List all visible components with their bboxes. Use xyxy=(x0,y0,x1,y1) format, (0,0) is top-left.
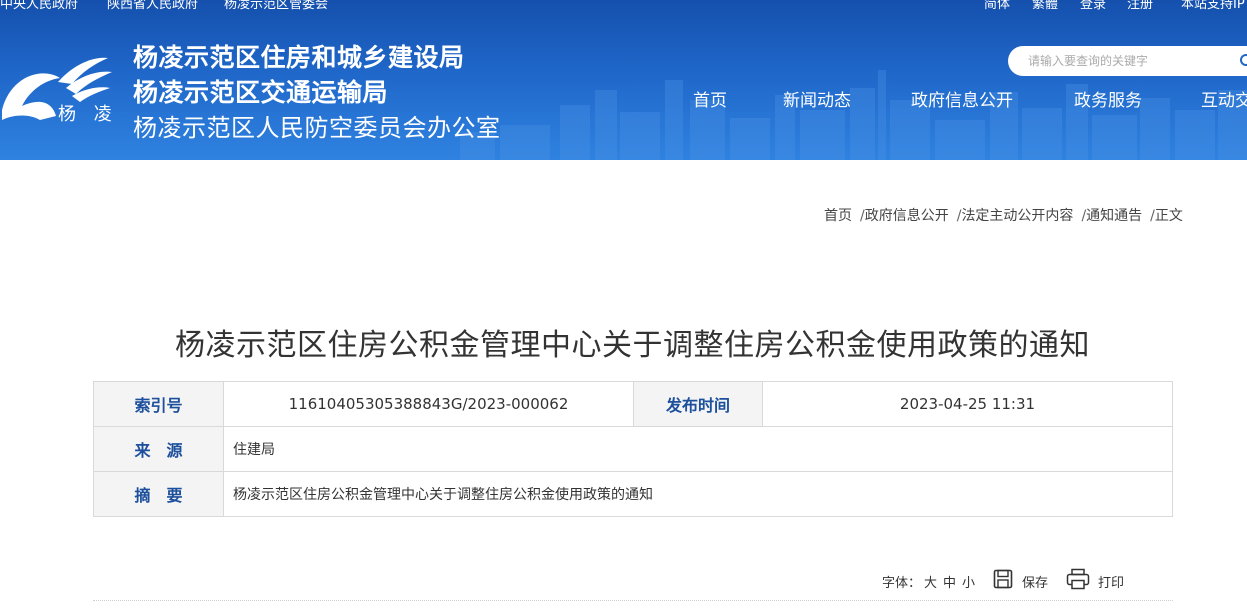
font-size-label: 字体： xyxy=(882,576,922,591)
search-box xyxy=(1008,46,1247,76)
index-value: 11610405305388843G/2023-000062 xyxy=(223,381,634,427)
top-link-login[interactable]: 登录 xyxy=(1080,0,1106,12)
summary-value: 杨凌示范区住房公积金管理中心关于调整住房公积金使用政策的通知 xyxy=(223,471,1173,517)
nav-gov-info-disclosure[interactable]: 政府信息公开 xyxy=(911,86,1013,112)
font-size-large[interactable]: 大 xyxy=(924,572,937,596)
breadcrumb-home[interactable]: 首页 xyxy=(824,208,852,224)
search-icon[interactable] xyxy=(1240,54,1247,66)
breadcrumb-current: 正文 xyxy=(1154,208,1183,224)
index-label: 索引号 xyxy=(93,381,224,427)
save-button[interactable]: 保存 xyxy=(1022,572,1048,596)
source-label: 来 源 xyxy=(93,426,224,472)
org-name-housing-bureau: 杨凌示范区住房和城乡建设局 xyxy=(133,43,465,72)
print-icon[interactable] xyxy=(1066,568,1090,590)
nav-news[interactable]: 新闻动态 xyxy=(783,86,851,112)
table-row: 索引号 11610405305388843G/2023-000062 发布时间 … xyxy=(93,381,1173,427)
publish-value: 2023-04-25 11:31 xyxy=(762,381,1173,427)
divider xyxy=(93,600,1173,601)
breadcrumb-gov-info[interactable]: 政府信息公开 xyxy=(865,208,949,224)
top-link-shaanxi-gov[interactable]: 陕西省人民政府 xyxy=(107,0,198,12)
search-input[interactable] xyxy=(1028,52,1228,70)
top-links-right: 简体 繁體 登录 注册 本站支持IP xyxy=(977,0,1247,12)
logo-text: 杨 凌 xyxy=(58,104,118,125)
top-link-ip-support: 本站支持IP xyxy=(1181,0,1245,12)
article-info-table: 索引号 11610405305388843G/2023-000062 发布时间 … xyxy=(93,381,1173,517)
breadcrumb-statutory-content[interactable]: 法定主动公开内容 xyxy=(961,208,1073,224)
top-link-simplified[interactable]: 简体 xyxy=(984,0,1010,12)
site-header: 中央人民政府 陕西省人民政府 杨凌示范区管委会 简体 繁體 登录 注册 本站支持… xyxy=(0,0,1247,160)
breadcrumb-notices[interactable]: 通知通告 xyxy=(1086,208,1142,224)
nav-home[interactable]: 首页 xyxy=(693,86,727,112)
org-name-civil-defense-office: 杨凌示范区人民防空委员会办公室 xyxy=(133,114,501,142)
top-link-yangling-committee[interactable]: 杨凌示范区管委会 xyxy=(224,0,328,12)
table-row: 摘 要 杨凌示范区住房公积金管理中心关于调整住房公积金使用政策的通知 xyxy=(93,471,1173,517)
source-value: 住建局 xyxy=(223,426,1173,472)
nav-gov-services[interactable]: 政务服务 xyxy=(1074,86,1142,112)
save-icon[interactable] xyxy=(993,569,1013,589)
publish-label: 发布时间 xyxy=(633,381,763,427)
top-link-traditional[interactable]: 繁體 xyxy=(1032,0,1058,12)
page-title: 杨凌示范区住房公积金管理中心关于调整住房公积金使用政策的通知 xyxy=(175,328,1090,363)
top-link-central-gov[interactable]: 中央人民政府 xyxy=(0,0,78,12)
summary-label: 摘 要 xyxy=(93,471,224,517)
breadcrumb: 首页/政府信息公开/法定主动公开内容/通知通告/正文 xyxy=(824,208,1183,224)
font-size-small[interactable]: 小 xyxy=(962,572,975,596)
nav-interaction[interactable]: 互动交流 xyxy=(1201,86,1247,112)
top-link-register[interactable]: 注册 xyxy=(1127,0,1153,12)
org-name-transport-bureau: 杨凌示范区交通运输局 xyxy=(133,78,389,107)
font-size-medium[interactable]: 中 xyxy=(943,572,956,596)
print-button[interactable]: 打印 xyxy=(1098,572,1124,596)
table-row: 来 源 住建局 xyxy=(93,426,1173,472)
